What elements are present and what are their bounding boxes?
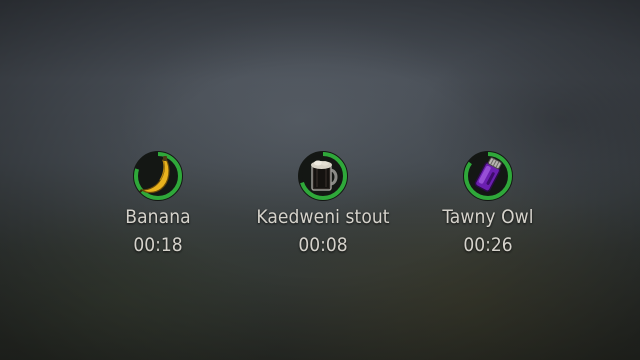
effect-timer: 00:08 [298,234,348,256]
banana-icon [139,156,170,194]
effect-name: Banana [125,206,191,228]
effect-tawny-owl: Tawny Owl 00:26 [398,150,578,256]
effect-banana: Banana 00:18 [68,150,248,256]
effect-duration-ring [297,150,349,202]
potion-vial-icon [474,157,502,192]
effect-timer: 00:26 [463,234,513,256]
effect-name: Kaedweni stout [256,206,390,228]
effect-duration-ring [132,150,184,202]
effect-timer: 00:18 [133,234,183,256]
beer-mug-icon [311,160,338,191]
effect-kaedweni-stout: Kaedweni stout 00:08 [233,150,413,256]
effect-duration-ring [462,150,514,202]
effect-name: Tawny Owl [442,206,534,228]
